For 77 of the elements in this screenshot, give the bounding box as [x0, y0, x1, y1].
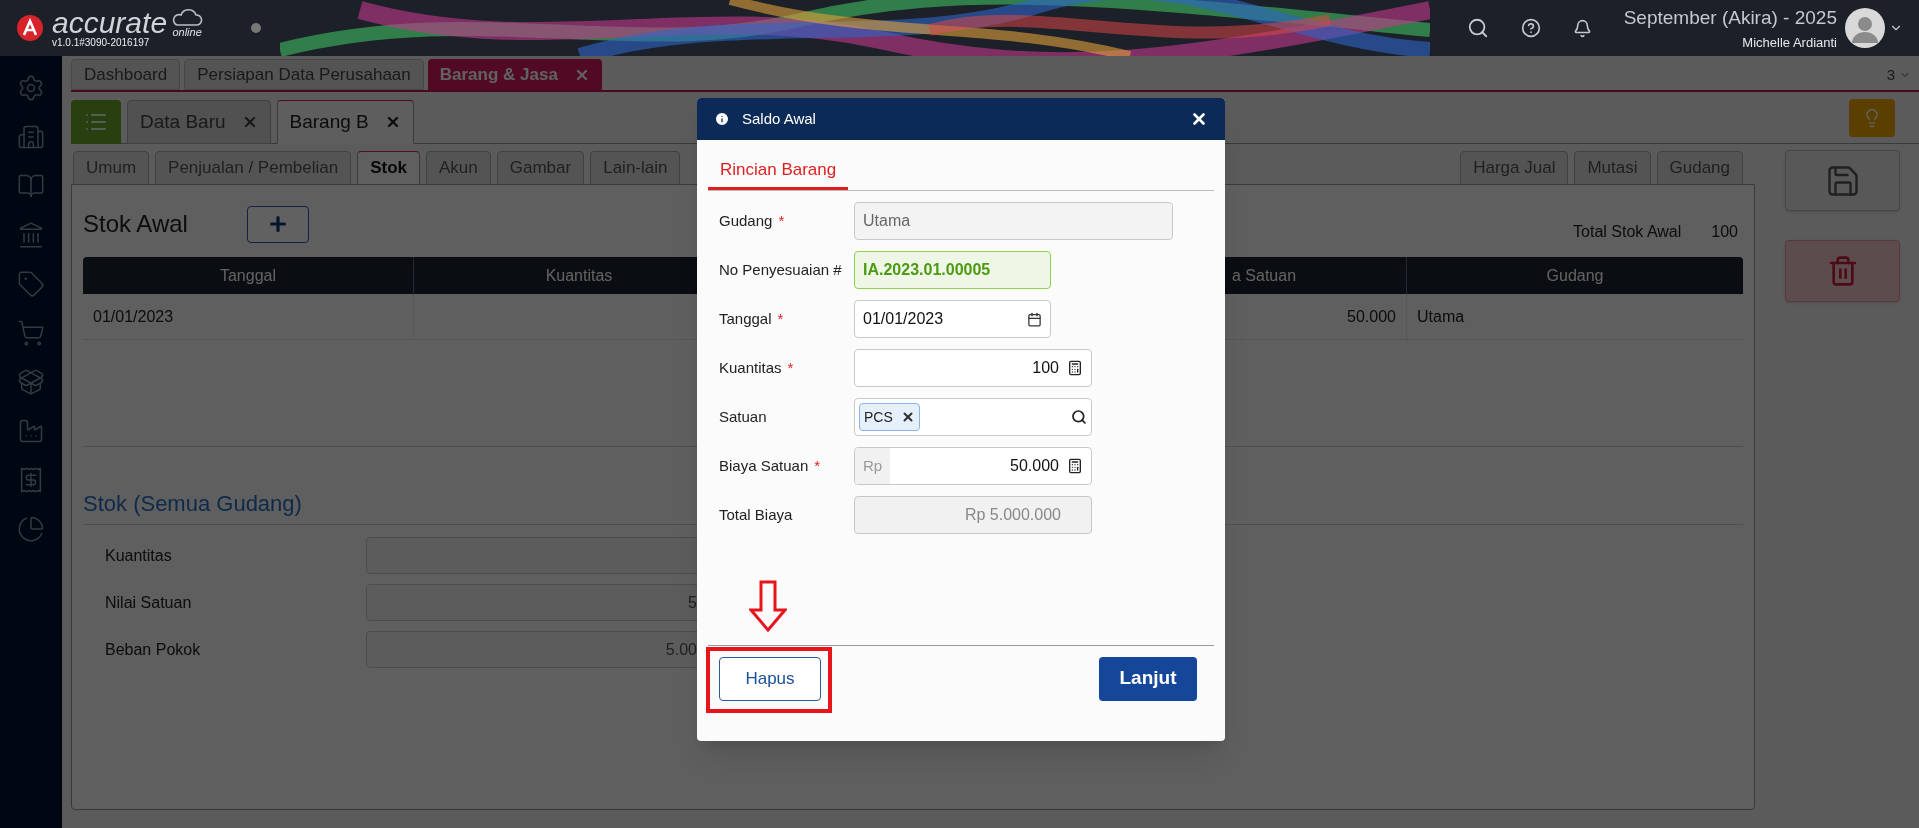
required-mark: * [777, 308, 784, 329]
field-label: Satuan [719, 406, 767, 427]
date-field[interactable]: 01/01/2023 [854, 300, 1051, 338]
plus-icon [267, 213, 289, 235]
unit-tag: PCS [859, 403, 920, 431]
section-title: Stok Awal [83, 209, 189, 239]
quantity-field[interactable]: 100 [854, 349, 1092, 387]
required-mark: * [787, 357, 794, 378]
table-cell: Utama [1407, 294, 1743, 340]
currency-prefix: Rp [855, 448, 891, 484]
add-button[interactable] [247, 205, 309, 243]
warehouse-field[interactable]: Utama [854, 202, 1173, 240]
factory-icon[interactable] [17, 417, 45, 445]
field-label: Biaya Satuan [719, 455, 809, 476]
module-tab[interactable]: Barang & Jasa [427, 59, 602, 90]
user-name: Michelle Ardianti [1742, 33, 1837, 52]
box-icon[interactable] [17, 368, 45, 396]
building-icon[interactable] [17, 123, 45, 151]
calculator-icon[interactable] [1067, 360, 1083, 376]
total-field: Rp 5.000.000 [854, 496, 1092, 534]
section-title: Stok (Semua Gudang) [83, 491, 302, 516]
field-label: Nilai Satuan [104, 592, 193, 613]
tips-button[interactable] [1849, 99, 1895, 137]
logo-icon [16, 14, 44, 42]
field-label: Tanggal [719, 308, 772, 329]
save-button[interactable] [1785, 150, 1900, 211]
version-text: v1.0.1#3090-2016197 [52, 38, 151, 48]
help-icon[interactable] [1520, 18, 1541, 38]
lanjut-button[interactable]: Lanjut [1099, 656, 1197, 701]
required-mark: * [778, 210, 785, 231]
hapus-button[interactable]: Hapus [719, 656, 821, 701]
number-field[interactable]: IA.2023.01.00005 [854, 251, 1051, 289]
search-icon[interactable] [1071, 409, 1087, 425]
period-text[interactable]: September (Akira) - 2025 [1623, 4, 1837, 33]
bell-icon[interactable] [1572, 18, 1592, 38]
calendar-icon[interactable] [1027, 311, 1042, 327]
book-icon[interactable] [17, 172, 45, 200]
field-label: Gudang [719, 210, 773, 231]
settings-icon[interactable] [17, 74, 45, 102]
total-value: 100 [1711, 222, 1738, 242]
cost-field[interactable]: Rp 50.000 [854, 447, 1092, 485]
document-tab[interactable]: Barang B [276, 100, 414, 144]
cost-value: 50.000 [1009, 456, 1060, 476]
calculator-icon[interactable] [1067, 458, 1083, 474]
field-label: Kuantitas [104, 545, 173, 566]
module-tab[interactable]: Persiapan Data Perusahaan [184, 59, 424, 90]
table-cell: 01/01/2023 [83, 294, 414, 340]
down-arrow-icon [749, 580, 787, 632]
delete-button[interactable] [1785, 240, 1900, 302]
info-icon [714, 111, 730, 127]
cloud-icon [171, 9, 204, 27]
total-label: Total Stok Awal [1573, 222, 1682, 242]
required-mark: * [814, 455, 821, 476]
field-label: Beban Pokok [104, 639, 202, 660]
section-tab[interactable]: Stok [357, 151, 421, 185]
avatar-icon[interactable] [1845, 8, 1885, 48]
unit-field[interactable]: PCS [854, 398, 1092, 436]
list-button[interactable] [71, 100, 121, 144]
close-icon[interactable] [1190, 110, 1208, 128]
table-header: Tanggal [83, 257, 414, 294]
bank-icon[interactable] [17, 221, 45, 249]
dialog-title: Saldo Awal [742, 108, 816, 129]
brand-sub: online [172, 27, 202, 38]
remove-icon[interactable] [900, 410, 915, 424]
pie-chart-icon[interactable] [17, 515, 45, 543]
module-tab[interactable]: Dashboard [71, 59, 181, 90]
field-label: Total Biaya [719, 504, 793, 525]
table-header: Gudang [1407, 257, 1743, 294]
field-label: Kuantitas [719, 357, 782, 378]
cart-icon[interactable] [17, 319, 45, 347]
summary-field: 5 [366, 584, 698, 621]
dialog-tab[interactable]: Rincian Barang [708, 152, 849, 190]
brand-name: accurate [52, 8, 168, 38]
price-tag-icon[interactable] [17, 270, 45, 298]
search-icon[interactable] [1466, 17, 1489, 39]
summary-field: 5.00 [366, 631, 698, 668]
tab-count[interactable]: 3 [1886, 63, 1895, 86]
